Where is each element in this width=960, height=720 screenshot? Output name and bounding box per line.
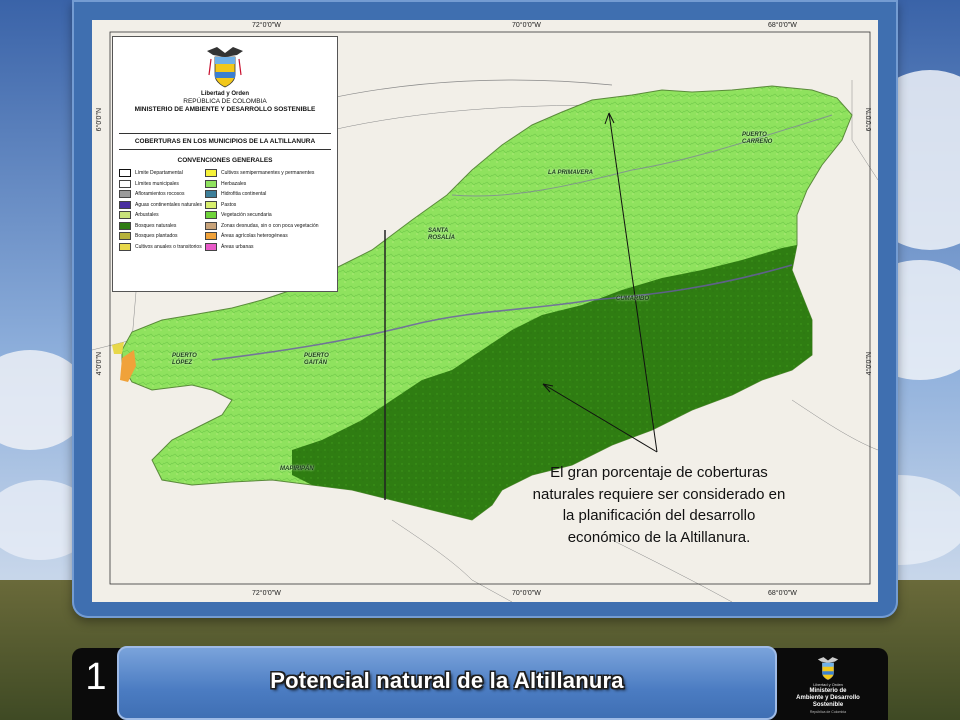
logo-motto: Libertad y Orden [813, 682, 843, 687]
legend-label: Herbazales [221, 180, 247, 187]
place-puerto-gaitan: PUERTO GAITÁN [304, 353, 329, 366]
legend-item: Bosques plantados [119, 231, 202, 242]
legend-swatch [119, 169, 131, 178]
tick-right-1: 6°0'0"N [866, 108, 873, 132]
legend-item: Zonas desnudas, sin o con poca vegetació… [205, 221, 319, 232]
legend-divider [119, 149, 331, 150]
legend-motto: Libertad y Orden [200, 91, 249, 97]
legend-item: Hidrofitia continental [205, 189, 319, 200]
colombia-coat-of-arms-icon [207, 47, 243, 88]
place-la-primavera: LA PRIMAVERA [548, 170, 593, 176]
legend-item: Afloramientos rocosos [119, 189, 202, 200]
legend-label: Hidrofitia continental [221, 191, 267, 198]
legend-item: Herbazales [205, 179, 319, 190]
place-puerto-lopez: PUERTO LÓPEZ [172, 353, 197, 366]
legend-label: Límites municipales [135, 180, 179, 187]
annotation-text: El gran porcentaje de coberturas natural… [532, 464, 786, 546]
legend-item: Áreas urbanas [205, 242, 319, 253]
legend-label: Zonas desnudas, sin o con poca vegetació… [221, 222, 319, 229]
legend-swatch [205, 242, 217, 251]
logo-ministry: Ministerio de Ambiente y Desarrollo Sost… [796, 688, 860, 708]
tick-left-2: 4°0'0"N [96, 352, 103, 376]
legend-label: Arbustales [135, 212, 159, 219]
legend-swatch [119, 221, 131, 230]
legend-ministry: MINISTERIO DE AMBIENTE Y DESARROLLO SOST… [134, 106, 316, 113]
legend-item: Bosques naturales [119, 221, 202, 232]
legend-swatch [119, 242, 131, 251]
legend-swatch [205, 179, 217, 188]
legend-label: Cultivos anuales o transitorios [135, 243, 202, 250]
legend-column-right: Cultivos semipermanentes y permanentes H… [205, 168, 319, 252]
legend-swatch [205, 211, 217, 220]
tick-top-3: 68°0'0"W [768, 22, 797, 29]
legend-swatch [119, 179, 131, 188]
legend-item: Vegetación secundaria [205, 210, 319, 221]
legend-label: Afloramientos rocosos [135, 191, 185, 198]
legend-item: Límites municipales [119, 179, 202, 190]
legend-item: Áreas agrícolas heterogéneas [205, 231, 319, 242]
legend-label: Aguas continentales naturales [135, 201, 202, 208]
ministry-logo: Libertad y Orden Ministerio de Ambiente … [796, 652, 860, 716]
logo-republic: República de Colombia [809, 710, 847, 714]
tick-bottom-2: 70°0'0"W [512, 590, 541, 597]
colombia-coat-of-arms-icon [817, 657, 839, 680]
legend-item: Cultivos anuales o transitorios [119, 242, 202, 253]
place-mapiripan: MAPIRIPÁN [280, 466, 314, 472]
legend-swatch [119, 190, 131, 199]
legend-label: Áreas agrícolas heterogéneas [221, 233, 288, 240]
legend-title: COBERTURAS EN LOS MUNICIPIOS DE LA ALTIL… [134, 138, 316, 145]
legend-label: Límite Departamental [135, 170, 183, 177]
legend-item: Límite Departamental [119, 168, 202, 179]
legend-label: Pastos [221, 201, 237, 208]
legend-label: Bosques plantados [135, 233, 178, 240]
legend-label: Vegetación secundaria [221, 212, 272, 219]
legend-label: Áreas urbanas [221, 243, 254, 250]
slide-number: 1 [85, 656, 107, 698]
legend-label: Bosques naturales [135, 222, 177, 229]
tick-right-2: 4°0'0"N [866, 352, 873, 376]
legend-item: Pastos [205, 200, 319, 211]
legend-item: Cultivos semipermanentes y permanentes [205, 168, 319, 179]
legend-conventions-title: CONVENCIONES GENERALES [177, 157, 273, 164]
tick-top-2: 70°0'0"W [512, 22, 541, 29]
legend-swatch [205, 221, 217, 230]
legend-label: Cultivos semipermanentes y permanentes [221, 170, 315, 177]
tick-bottom-3: 68°0'0"W [768, 590, 797, 597]
tick-left-1: 6°0'0"N [96, 108, 103, 132]
legend-swatch [119, 232, 131, 241]
slide-title: Potencial natural de la Altillanura [270, 668, 624, 693]
legend-divider [119, 133, 331, 134]
legend-swatch [205, 169, 217, 178]
legend-swatch [119, 200, 131, 209]
legend-swatch [119, 211, 131, 220]
legend-swatch [205, 200, 217, 209]
tick-bottom-1: 72°0'0"W [252, 590, 281, 597]
place-cumaribo: CUMARIBO [616, 296, 649, 302]
legend-item: Arbustales [119, 210, 202, 221]
tick-top-1: 72°0'0"W [252, 22, 281, 29]
place-santa-rosalia: SANTA ROSALÍA [428, 228, 455, 241]
legend-republic: REPÚBLICA DE COLOMBIA [183, 98, 267, 105]
place-puerto-carreno: PUERTO CARREÑO [742, 132, 773, 145]
legend-swatch [205, 232, 217, 241]
legend-item: Aguas continentales naturales [119, 200, 202, 211]
legend-column-left: Límite Departamental Límites municipales… [119, 168, 202, 252]
legend-swatch [205, 190, 217, 199]
map-legend: Libertad y Orden REPÚBLICA DE COLOMBIA M… [112, 36, 338, 292]
